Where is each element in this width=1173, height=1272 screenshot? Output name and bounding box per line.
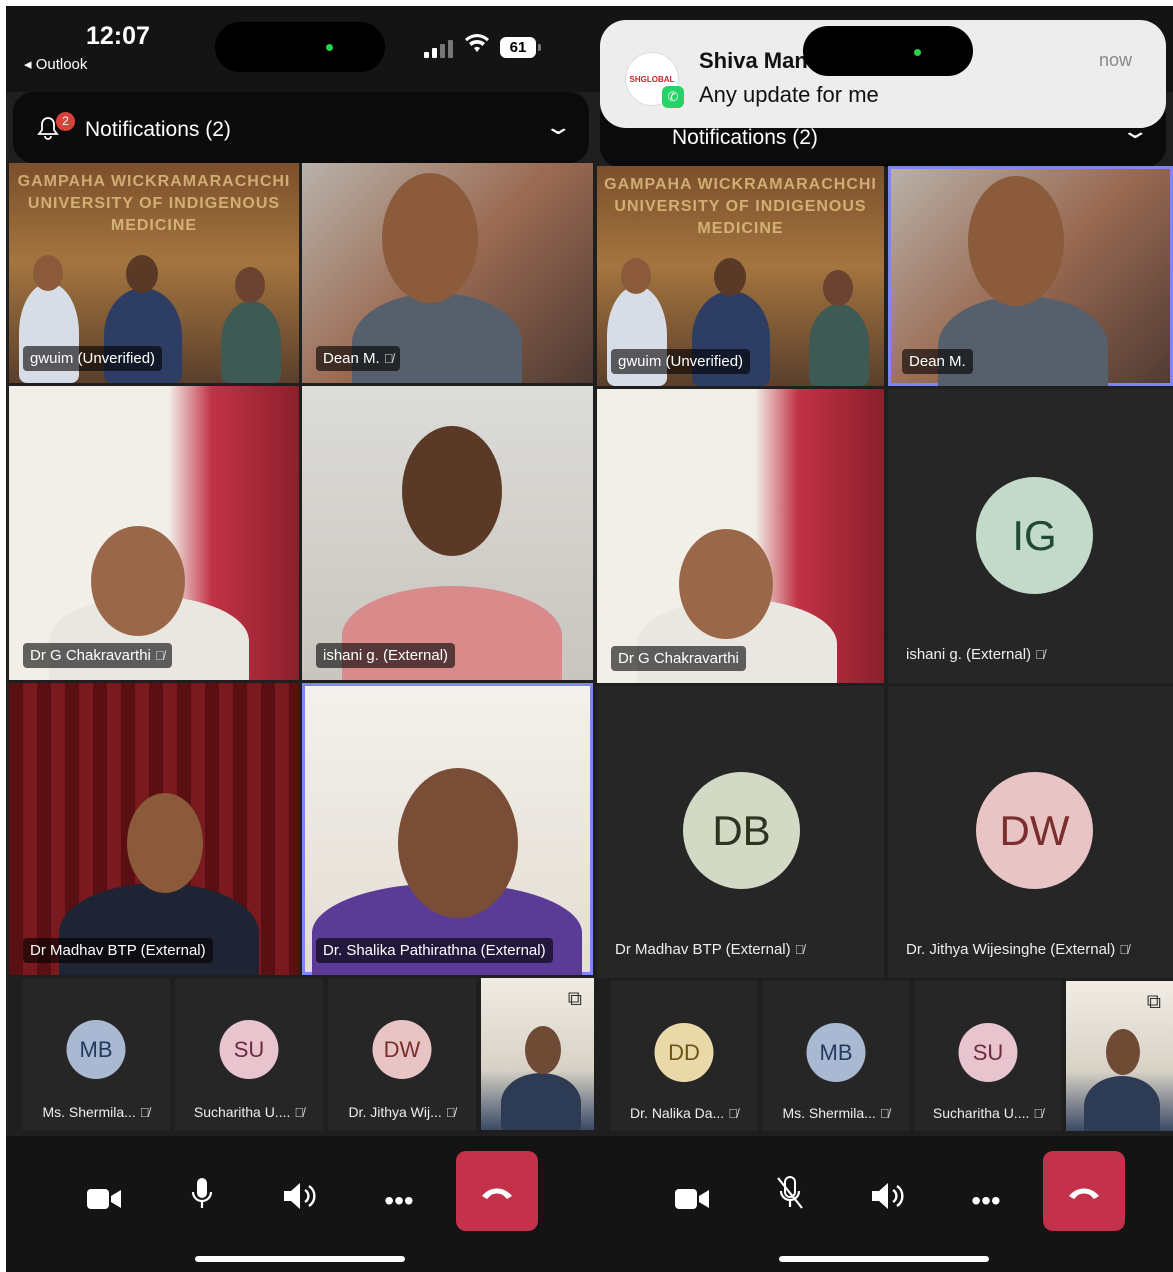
participant-name: Dr. Nalika Da... 🎙̸ <box>630 1105 738 1121</box>
participant-name: Dr. Jithya Wijesinghe (External) 🎙̸ <box>906 941 1129 958</box>
participant-tile[interactable]: GAMPAHA WICKRAMARACHCHI UNIVERSITY OF IND… <box>9 163 299 383</box>
participant-tile[interactable]: Dr G Chakravarthi <box>597 389 884 683</box>
camera-indicator-dot <box>914 49 921 56</box>
mic-off-icon: 🎙̸ <box>1119 942 1129 957</box>
mic-icon[interactable] <box>177 1176 227 1226</box>
participant-tile[interactable]: DW Dr. Jithya Wijesinghe (External) 🎙̸ <box>888 686 1173 978</box>
participant-tile[interactable]: Dean M. 🎙̸ <box>302 163 593 383</box>
participant-name: Sucharitha U.... 🎙̸ <box>193 1104 305 1120</box>
strip-participant[interactable]: MB Ms. Shermila... 🎙̸ <box>762 981 910 1131</box>
call-controls: ••• <box>594 1136 1173 1272</box>
participant-name: Ms. Shermila... 🎙̸ <box>42 1104 150 1120</box>
participant-name: Dr Madhav BTP (External) 🎙̸ <box>615 941 805 958</box>
status-bar: 12:07 ◂ Outlook 61 <box>6 6 594 92</box>
left-phone-screen: 12:07 ◂ Outlook 61 2 Notifications (2) ⌄… <box>6 6 594 1272</box>
mic-off-icon: 🎙̸ <box>794 942 805 957</box>
avatar: DD <box>654 1023 714 1082</box>
mic-off-icon: 🎙̸ <box>879 1106 890 1121</box>
strip-participant[interactable]: DD Dr. Nalika Da... 🎙̸ <box>610 981 758 1131</box>
strip-participant[interactable]: SU Sucharitha U.... 🎙̸ <box>914 981 1062 1131</box>
participant-name: Dean M. <box>902 349 973 374</box>
room-sign: GAMPAHA WICKRAMARACHCHI UNIVERSITY OF IND… <box>17 173 291 234</box>
strip-participant[interactable]: SU Sucharitha U.... 🎙̸ <box>175 978 323 1130</box>
participant-name: gwuim (Unverified) <box>611 349 751 374</box>
avatar: MB <box>66 1020 126 1079</box>
avatar: SU <box>958 1023 1018 1082</box>
notifications-bar[interactable]: 2 Notifications (2) ⌄ <box>13 92 589 163</box>
switch-camera-icon[interactable]: ⧉ <box>1147 991 1161 1014</box>
avatar: DW <box>372 1020 432 1079</box>
avatar: MB <box>806 1023 866 1082</box>
speaker-icon[interactable] <box>276 1176 326 1226</box>
room-sign: GAMPAHA WICKRAMARACHCHI UNIVERSITY OF IND… <box>604 176 877 237</box>
avatar: DB <box>683 772 800 889</box>
dynamic-island <box>803 26 973 76</box>
more-icon[interactable]: ••• <box>961 1176 1011 1226</box>
wifi-icon <box>465 34 489 60</box>
more-icon[interactable]: ••• <box>374 1176 424 1226</box>
participant-tile[interactable]: IG ishani g. (External) 🎙̸ <box>888 389 1173 683</box>
participant-tile[interactable]: GAMPAHA WICKRAMARACHCHI UNIVERSITY OF IND… <box>597 166 884 386</box>
call-controls: ••• <box>6 1136 594 1272</box>
participant-tile-active-speaker[interactable]: Dr. Shalika Pathirathna (External) <box>302 683 593 975</box>
mic-off-icon: 🎙̸ <box>139 1105 150 1120</box>
notifications-label: Notifications (2) <box>85 118 231 141</box>
avatar: IG <box>976 477 1093 594</box>
participant-tile[interactable]: Dr Madhav BTP (External) <box>9 683 299 975</box>
mic-off-icon: 🎙̸ <box>294 1105 305 1120</box>
participant-name: Dr. Shalika Pathirathna (External) <box>316 938 553 963</box>
status-time: 12:07 <box>86 22 150 50</box>
back-to-outlook-link[interactable]: ◂ Outlook <box>24 55 87 73</box>
mic-off-icon: 🎙̸ <box>1033 1106 1044 1121</box>
hangup-button[interactable] <box>1043 1151 1125 1231</box>
hangup-icon <box>1069 1188 1099 1199</box>
self-view-video[interactable]: ⧉ <box>481 978 594 1130</box>
avatar: DW <box>976 772 1093 889</box>
camera-icon[interactable] <box>79 1176 129 1226</box>
speaker-icon[interactable] <box>864 1176 914 1226</box>
right-phone-screen: Notifications (2) ⌄ SHGLOBAL ✆ Shiva Man… <box>594 6 1173 1272</box>
participant-name: Ms. Shermila... 🎙̸ <box>782 1105 890 1121</box>
participant-name: gwuim (Unverified) <box>23 346 163 371</box>
self-view-video[interactable]: ⧉ <box>1066 981 1173 1131</box>
whatsapp-icon: ✆ <box>662 86 684 108</box>
strip-participant[interactable]: DW Dr. Jithya Wij... 🎙̸ <box>328 978 476 1130</box>
notifications-label: Notifications (2) <box>672 126 818 149</box>
switch-camera-icon[interactable]: ⧉ <box>568 988 582 1011</box>
participant-name: ishani g. (External) <box>316 643 456 668</box>
participant-tile[interactable]: DB Dr Madhav BTP (External) 🎙̸ <box>597 686 884 978</box>
participant-name: ishani g. (External) 🎙̸ <box>906 646 1045 663</box>
participant-name: Dr G Chakravarthi 🎙̸ <box>23 643 172 668</box>
home-indicator[interactable] <box>778 1256 989 1262</box>
participant-tile[interactable]: Dr G Chakravarthi 🎙̸ <box>9 386 299 680</box>
mic-off-icon[interactable] <box>765 1176 815 1226</box>
chevron-down-icon[interactable]: ⌄ <box>543 114 573 140</box>
participant-tile-active-speaker[interactable]: Dean M. <box>888 166 1173 386</box>
strip-participant[interactable]: MB Ms. Shermila... 🎙̸ <box>22 978 170 1130</box>
mic-off-icon: 🎙̸ <box>445 1105 456 1120</box>
home-indicator[interactable] <box>195 1256 405 1262</box>
dynamic-island <box>215 22 385 72</box>
participant-name: Dr Madhav BTP (External) <box>23 938 213 963</box>
camera-icon[interactable] <box>667 1176 717 1226</box>
battery-indicator: 61 <box>500 37 541 58</box>
participant-tile[interactable]: ishani g. (External) <box>302 386 593 680</box>
participant-name: Dean M. 🎙̸ <box>316 346 401 371</box>
mic-off-icon: 🎙̸ <box>728 1106 738 1121</box>
avatar: SU <box>219 1020 279 1079</box>
signal-icon <box>424 38 456 58</box>
notification-time: now <box>1098 50 1132 70</box>
hangup-icon <box>482 1188 512 1199</box>
mic-off-icon: 🎙̸ <box>383 351 394 366</box>
camera-indicator-dot <box>326 44 333 51</box>
participant-name: Sucharitha U.... 🎙̸ <box>932 1105 1044 1121</box>
mic-off-icon: 🎙̸ <box>1035 647 1045 662</box>
hangup-button[interactable] <box>456 1151 538 1231</box>
notification-message: Any update for me <box>699 82 879 107</box>
participant-name: Dr. Jithya Wij... 🎙̸ <box>348 1104 456 1120</box>
notification-count-badge: 2 <box>56 112 75 131</box>
participant-name: Dr G Chakravarthi <box>611 646 746 671</box>
mic-off-icon: 🎙̸ <box>154 648 165 663</box>
notification-sender: Shiva Man <box>699 48 808 73</box>
